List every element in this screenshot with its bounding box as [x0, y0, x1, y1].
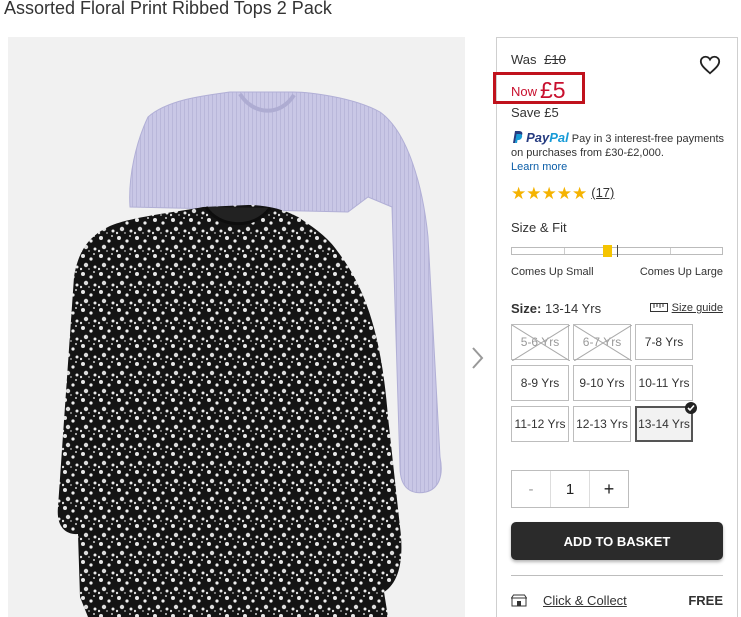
chevron-right-icon	[472, 347, 484, 369]
unavailable-cross	[512, 325, 570, 361]
was-price-value: £10	[544, 52, 566, 67]
size-option-12-13-yrs[interactable]: 12-13 Yrs	[573, 406, 631, 442]
size-option-5-6-yrs: 5-6 Yrs	[511, 324, 570, 361]
learn-more-link[interactable]: Learn more	[511, 160, 733, 174]
decrease-quantity-button[interactable]: -	[512, 471, 551, 507]
fit-marker	[603, 245, 612, 257]
star-icon: ★	[511, 184, 527, 203]
quantity-stepper: - 1 +	[511, 470, 629, 508]
product-panel: Was £10 Now £5 Save £5 PayPal Pay in 3 in…	[493, 37, 738, 617]
size-option-8-9-yrs[interactable]: 8-9 Yrs	[511, 365, 569, 401]
click-collect-link[interactable]: Click & Collect	[543, 593, 627, 608]
size-option-7-8-yrs[interactable]: 7-8 Yrs	[635, 324, 693, 360]
product-title: Assorted Floral Print Ribbed Tops 2 Pack	[4, 0, 332, 18]
size-option-10-11-yrs[interactable]: 10-11 Yrs	[635, 365, 693, 401]
next-image-button[interactable]	[470, 345, 486, 371]
star-icon: ★	[541, 184, 557, 203]
selected-size-value: 13-14 Yrs	[544, 301, 602, 316]
paypal-promo: PayPal Pay in 3 interest-free payments o…	[511, 130, 733, 174]
fit-scale-tick	[670, 248, 671, 254]
save-amount: Save £5	[511, 105, 559, 120]
size-guide-link[interactable]: Size guide	[649, 302, 723, 314]
star-icon: ★	[556, 184, 572, 203]
quantity-value[interactable]: 1	[551, 471, 589, 507]
product-image	[8, 37, 465, 617]
size-fit-heading: Size & Fit	[511, 220, 567, 235]
size-option-13-14-yrs[interactable]: 13-14 Yrs	[635, 402, 697, 442]
now-label: Now	[511, 84, 538, 99]
now-price-value: £5	[540, 77, 566, 103]
selected-check-icon	[685, 402, 697, 414]
add-to-basket-button[interactable]: ADD TO BASKET	[511, 522, 723, 560]
divider	[511, 575, 723, 576]
fit-true-size-line	[617, 245, 618, 257]
fit-scale-tick	[564, 248, 565, 254]
reviews-count-link[interactable]: (17)	[591, 185, 614, 200]
rating[interactable]: ★★★★★ (17)	[511, 184, 614, 204]
star-icon: ★	[526, 184, 542, 203]
unavailable-cross	[574, 325, 632, 361]
click-collect-price: FREE	[688, 593, 723, 608]
size-option-11-12-yrs[interactable]: 11-12 Yrs	[511, 406, 569, 442]
now-price: Now £5	[511, 77, 566, 104]
store-icon	[511, 594, 527, 607]
fit-small-label: Comes Up Small	[511, 266, 594, 278]
star-icon: ★	[572, 184, 588, 203]
size-option-6-7-yrs: 6-7 Yrs	[573, 324, 632, 361]
paypal-icon	[513, 131, 523, 143]
fit-large-label: Comes Up Large	[639, 266, 723, 278]
heart-icon	[699, 55, 721, 75]
size-option-9-10-yrs[interactable]: 9-10 Yrs	[573, 365, 631, 401]
paypal-logo: PayPal	[511, 131, 572, 145]
ruler-icon	[649, 303, 668, 312]
increase-quantity-button[interactable]: +	[589, 471, 628, 507]
fit-scale	[511, 245, 723, 257]
was-price: Was £10	[511, 52, 566, 67]
wishlist-button[interactable]	[699, 54, 721, 76]
selected-size: Size: 13-14 Yrs	[511, 301, 602, 316]
star-rating: ★★★★★	[511, 184, 587, 203]
